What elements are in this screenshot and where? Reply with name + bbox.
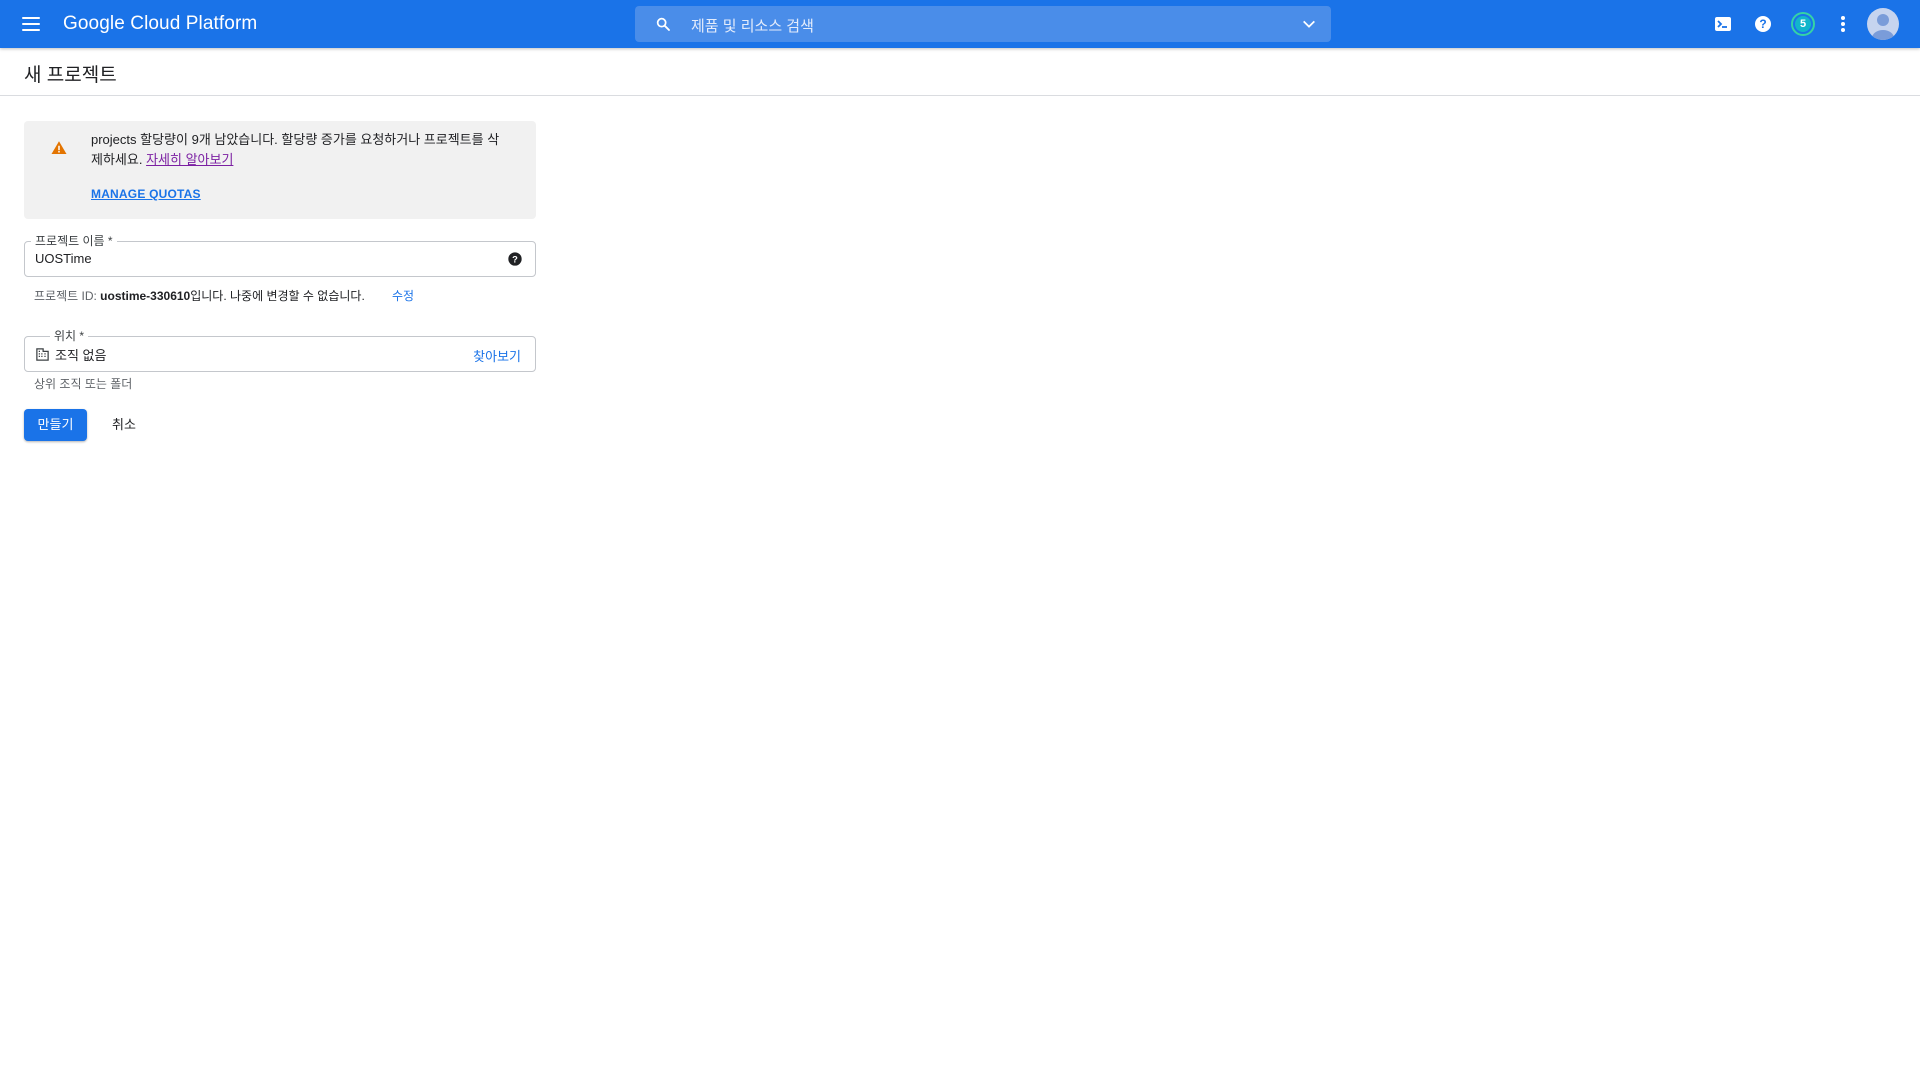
learn-more-link[interactable]: 자세히 알아보기 — [146, 152, 233, 167]
page-header: 새 프로젝트 — [0, 48, 1920, 96]
hamburger-menu-icon[interactable] — [19, 12, 43, 36]
cloud-shell-icon[interactable] — [1711, 12, 1735, 36]
warning-message: projects 할당량이 9개 남았습니다. 할당량 증가를 요청하거나 프로… — [91, 130, 511, 170]
browse-location-button[interactable]: 찾아보기 — [473, 346, 521, 365]
search-icon — [656, 17, 670, 31]
search-bar[interactable]: 제품 및 리소스 검색 — [635, 6, 1331, 42]
notifications-badge[interactable]: 5 — [1791, 12, 1815, 36]
brand-title[interactable]: Google Cloud Platform — [63, 13, 257, 35]
more-vert-icon[interactable] — [1831, 12, 1855, 36]
notification-count: 5 — [1799, 18, 1807, 30]
edit-project-id-link[interactable]: 수정 — [392, 287, 414, 304]
create-button[interactable]: 만들기 — [24, 409, 87, 441]
manage-quotas-link[interactable]: MANAGE QUOTAS — [91, 187, 201, 201]
project-id-info: 프로젝트 ID: uostime-330610입니다. 나중에 변경할 수 없습… — [34, 287, 365, 304]
location-value: 조직 없음 — [55, 348, 107, 363]
location-label: 위치 * — [50, 328, 89, 344]
location-hint: 상위 조직 또는 폴더 — [34, 377, 133, 391]
quota-warning-banner: projects 할당량이 9개 남았습니다. 할당량 증가를 요청하거나 프로… — [24, 121, 536, 219]
search-input[interactable]: 제품 및 리소스 검색 — [691, 15, 814, 36]
project-name-label: 프로젝트 이름 * — [31, 233, 117, 249]
svg-text:?: ? — [1759, 17, 1766, 31]
project-name-field[interactable]: 프로젝트 이름 * UOSTime ? — [24, 233, 536, 277]
page-title: 새 프로젝트 — [24, 65, 117, 86]
project-id-value: uostime-330610 — [100, 289, 191, 303]
warning-icon — [51, 141, 67, 154]
location-field[interactable]: 위치 * 조직 없음 찾아보기 — [24, 328, 536, 372]
building-icon — [36, 348, 49, 361]
svg-text:?: ? — [512, 254, 518, 264]
help-circle-icon[interactable]: ? — [507, 251, 523, 267]
account-icon — [1872, 14, 1894, 40]
help-icon[interactable]: ? — [1751, 12, 1775, 36]
cancel-button[interactable]: 취소 — [99, 409, 149, 441]
project-name-input[interactable]: UOSTime — [35, 251, 92, 266]
chevron-down-icon[interactable] — [1301, 16, 1317, 32]
project-id-suffix: 입니다. 나중에 변경할 수 없습니다. — [190, 289, 365, 303]
avatar[interactable] — [1867, 8, 1899, 40]
project-id-prefix: 프로젝트 ID: — [34, 289, 101, 303]
top-app-bar: Google Cloud Platform 제품 및 리소스 검색 ? 5 — [0, 0, 1920, 48]
